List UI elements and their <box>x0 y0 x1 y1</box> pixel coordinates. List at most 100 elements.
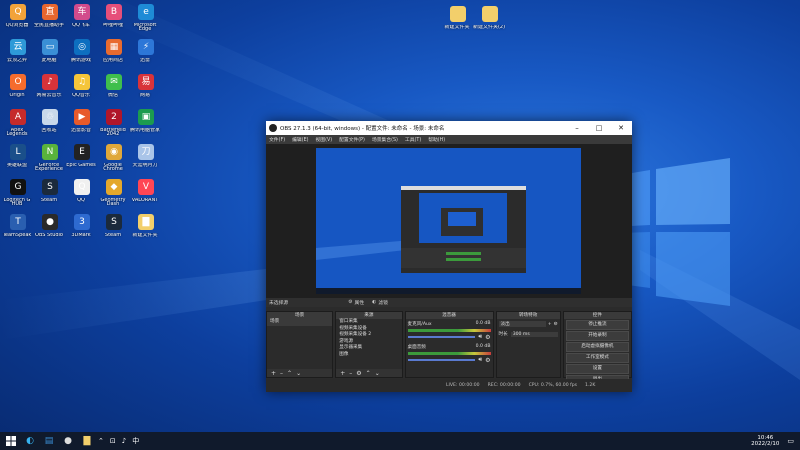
scene-item[interactable]: 场景 <box>267 319 333 326</box>
shortcut-label: VALORANT <box>131 198 159 203</box>
gear-icon[interactable]: ⚙ <box>485 334 490 341</box>
menu-file[interactable]: 文件(F) <box>269 136 285 143</box>
start-button[interactable] <box>3 434 19 448</box>
close-icon[interactable]: ✕ <box>610 124 632 132</box>
gear-icon[interactable]: ⚙ <box>554 322 558 327</box>
desktop-shortcut[interactable]: 3 3DMark <box>66 212 96 245</box>
desktop-shortcut[interactable]: A Apex Legends <box>2 107 32 140</box>
desktop-shortcut[interactable]: B 哔哩哔哩 <box>98 2 128 35</box>
menu-view[interactable]: 视图(V) <box>315 136 332 143</box>
menu-tools[interactable]: 工具(T) <box>405 136 421 143</box>
gear-icon[interactable]: ⚙ <box>356 370 361 377</box>
start-virtual-camera-button[interactable]: 启动虚拟摄像机 <box>565 342 629 352</box>
app-icon: ⚡ <box>138 39 154 55</box>
minimize-icon[interactable]: – <box>566 124 588 132</box>
desktop-shortcut[interactable]: 易网易 <box>130 72 160 105</box>
source-item[interactable]: 图像 <box>336 352 401 359</box>
desktop-shortcut[interactable]: 2 Battlefield 2042 <box>98 107 128 140</box>
desktop-shortcut[interactable]: ▭ 此电脑 <box>34 37 64 70</box>
app-icon: 易 <box>138 74 154 90</box>
network-icon[interactable]: ⊡ <box>110 437 116 445</box>
taskbar-store-icon[interactable]: ▤ <box>41 434 57 448</box>
menu-profile[interactable]: 配置文件(P) <box>339 136 365 143</box>
desktop-shortcut[interactable]: ♫ QQ音乐 <box>66 72 96 105</box>
desktop-shortcut[interactable]: Q QQ浏览器 <box>2 2 32 35</box>
desktop-shortcut[interactable]: ✉ 微信 <box>98 72 128 105</box>
move-down-icon[interactable]: ⌄ <box>375 370 380 377</box>
shortcut-label: 回收站 <box>41 128 57 133</box>
speaker-icon[interactable]: 🔊︎ <box>478 356 482 364</box>
taskbar-obs-icon[interactable]: ● <box>60 434 76 448</box>
speaker-icon[interactable]: ♪ <box>122 437 126 445</box>
desktop-shortcut[interactable]: ▦ 应用商店 <box>98 37 128 70</box>
move-up-icon[interactable]: ⌃ <box>366 370 371 377</box>
desktop-folder-2[interactable]: 新建文件夹(2) <box>473 4 505 37</box>
desktop-shortcut[interactable]: ♲ 回收站 <box>34 107 64 140</box>
menu-edit[interactable]: 编辑(E) <box>292 136 308 143</box>
desktop-shortcut[interactable]: E Epic Games <box>66 142 96 175</box>
add-icon[interactable]: + <box>548 322 552 327</box>
obs-preview[interactable] <box>266 144 632 298</box>
app-icon: T <box>10 214 26 230</box>
shortcut-label: OBS Studio <box>35 233 63 238</box>
desktop-shortcut[interactable]: V VALORANT <box>130 177 160 210</box>
add-icon[interactable]: + <box>271 370 276 377</box>
add-icon[interactable]: + <box>340 370 345 377</box>
desktop-shortcut[interactable]: L 英雄联盟 <box>2 142 32 175</box>
desktop-shortcut[interactable]: 刀天涯明月刀 <box>130 142 160 175</box>
desktop-shortcut[interactable]: O Origin <box>2 72 32 105</box>
desktop-shortcut[interactable]: ◉ Google Chrome <box>98 142 128 175</box>
taskbar-explorer-icon[interactable]: ▇ <box>79 434 95 448</box>
studio-mode-button[interactable]: 工作室模式 <box>565 353 629 363</box>
volume-slider-desktop[interactable] <box>407 359 476 361</box>
shortcut-label: TeamSpeak <box>2 233 32 238</box>
desktop-shortcut[interactable]: S Steam <box>98 212 128 245</box>
desktop-shortcut[interactable]: e Microsoft Edge <box>130 2 160 35</box>
menu-help[interactable]: 帮助(H) <box>428 136 445 143</box>
desktop-shortcut[interactable]: ◎ 腾讯游戏 <box>66 37 96 70</box>
taskbar-edge-icon[interactable]: ◐ <box>22 434 38 448</box>
desktop-shortcut[interactable]: T TeamSpeak <box>2 212 32 245</box>
menu-scene-collection[interactable]: 场景集合(S) <box>372 136 398 143</box>
desktop-shortcut[interactable]: ♪ 网易云音乐 <box>34 72 64 105</box>
ime-icon[interactable]: 中 <box>132 436 139 446</box>
start-recording-button[interactable]: 开始录制 <box>565 331 629 341</box>
desktop-shortcut[interactable]: ▶ 迅雷影音 <box>66 107 96 140</box>
duration-input[interactable]: 300 ms <box>510 331 558 337</box>
desktop-shortcut[interactable]: ⚡ 迅雷 <box>130 37 160 70</box>
maximize-icon[interactable]: □ <box>588 124 610 132</box>
desktop-shortcut[interactable]: ◆ Geometry Dash <box>98 177 128 210</box>
transition-select[interactable]: 淡出 <box>498 321 546 327</box>
app-icon: 刀 <box>138 144 154 160</box>
chevron-up-icon[interactable]: ⌃ <box>98 437 104 445</box>
desktop-shortcut[interactable]: G Logitech G HUB <box>2 177 32 210</box>
notification-icon[interactable]: ▭ <box>787 437 794 445</box>
move-up-icon[interactable]: ⌃ <box>287 370 292 377</box>
shortcut-label: 迅雷影音 <box>70 128 91 133</box>
obs-titlebar[interactable]: OBS 27.1.3 (64-bit, windows) - 配置文件: 未命名… <box>266 121 632 135</box>
properties-button[interactable]: 属性 <box>355 299 365 306</box>
desktop-shortcut[interactable]: 车 QQ飞车 <box>66 2 96 35</box>
desktop-shortcut[interactable]: ▣ 腾讯电脑管家 <box>130 107 160 140</box>
settings-button[interactable]: 设置 <box>565 364 629 374</box>
desktop-folder-1[interactable]: 新建文件夹 <box>442 4 472 37</box>
desktop-shortcut[interactable]: 云云顶之弈 <box>2 37 32 70</box>
volume-slider-mic[interactable] <box>407 336 476 338</box>
stop-streaming-button[interactable]: 停止推流 <box>565 320 629 330</box>
move-down-icon[interactable]: ⌄ <box>296 370 301 377</box>
app-icon: ▣ <box>138 109 154 125</box>
desktop-shortcut[interactable]: 直全民直播助手 <box>34 2 64 35</box>
taskbar-clock[interactable]: 10:46 2022/2/10 <box>751 435 779 447</box>
folder-icon <box>450 6 466 22</box>
desktop-shortcut[interactable]: S Steam <box>34 177 64 210</box>
filters-button[interactable]: 滤镜 <box>378 299 388 306</box>
desktop-shortcut[interactable]: ▇ 新建文件夹 <box>130 212 160 245</box>
desktop-shortcut[interactable]: N GeForce Experience <box>34 142 64 175</box>
remove-icon[interactable]: – <box>280 370 283 377</box>
speaker-icon[interactable]: 🔊︎ <box>478 333 482 341</box>
desktop-shortcut[interactable]: ● OBS Studio <box>34 212 64 245</box>
remove-icon[interactable]: – <box>349 370 352 377</box>
gear-icon[interactable]: ⚙ <box>485 357 490 364</box>
desktop-shortcut[interactable]: Q QQ <box>66 177 96 210</box>
app-icon: ▇ <box>138 214 154 230</box>
